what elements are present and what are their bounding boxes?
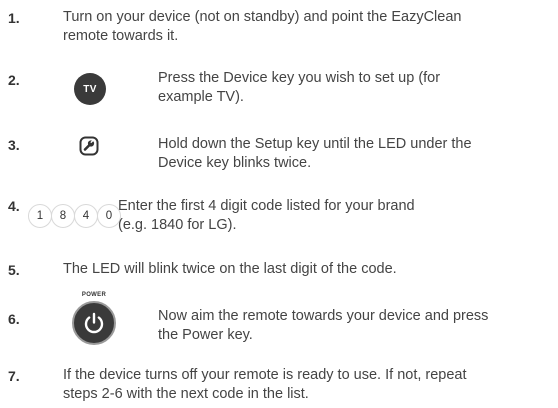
digit-key: 8 xyxy=(51,204,75,228)
power-button-graphic xyxy=(72,301,116,345)
step-text: If the device turns off your remote is r… xyxy=(63,366,467,404)
step-text-line: steps 2-6 with the next code in the list… xyxy=(63,386,309,402)
step-text: Now aim the remote towards your device a… xyxy=(158,307,488,345)
step-number: 5. xyxy=(8,262,20,278)
step-text-line: the Power key. xyxy=(158,327,253,343)
step-text: Hold down the Setup key until the LED un… xyxy=(158,135,472,173)
step-number: 4. xyxy=(8,198,20,214)
step-text-line: The LED will blink twice on the last dig… xyxy=(63,261,397,277)
step-text-line: Now aim the remote towards your device a… xyxy=(158,308,489,324)
step-text-line: Hold down the Setup key until the LED un… xyxy=(158,136,472,152)
step-text-line: If the device turns off your remote is r… xyxy=(63,367,467,383)
step-text: Enter the first 4 digit code listed for … xyxy=(118,197,415,235)
step-number: 7. xyxy=(8,368,20,384)
step-text-line: Device key blinks twice. xyxy=(158,155,312,171)
tv-device-key: TV xyxy=(74,73,106,105)
power-key-label: POWER xyxy=(81,292,107,298)
step-text-line: Enter the first 4 digit code listed for … xyxy=(118,198,415,214)
step-text-line: Turn on your device (not on standby) and… xyxy=(63,9,462,25)
step-number: 6. xyxy=(8,311,20,327)
digit-key: 1 xyxy=(28,204,52,228)
step-text-line: example TV). xyxy=(158,89,244,105)
step-text: The LED will blink twice on the last dig… xyxy=(63,260,397,279)
step-number: 3. xyxy=(8,137,20,153)
power-key: POWER xyxy=(70,291,118,345)
power-icon xyxy=(84,312,104,334)
step-text: Press the Device key you wish to set up … xyxy=(158,69,440,107)
step-text-line: remote towards it. xyxy=(63,28,179,44)
digit-key: 4 xyxy=(74,204,98,228)
step-text: Turn on your device (not on standby) and… xyxy=(63,8,461,46)
step-number: 1. xyxy=(8,10,20,26)
setup-wrench-icon xyxy=(79,136,99,156)
step-text-line: (e.g. 1840 for LG). xyxy=(118,217,237,233)
code-digits: 1 8 4 0 xyxy=(28,204,121,228)
step-text-line: Press the Device key you wish to set up … xyxy=(158,70,441,86)
step-number: 2. xyxy=(8,72,20,88)
